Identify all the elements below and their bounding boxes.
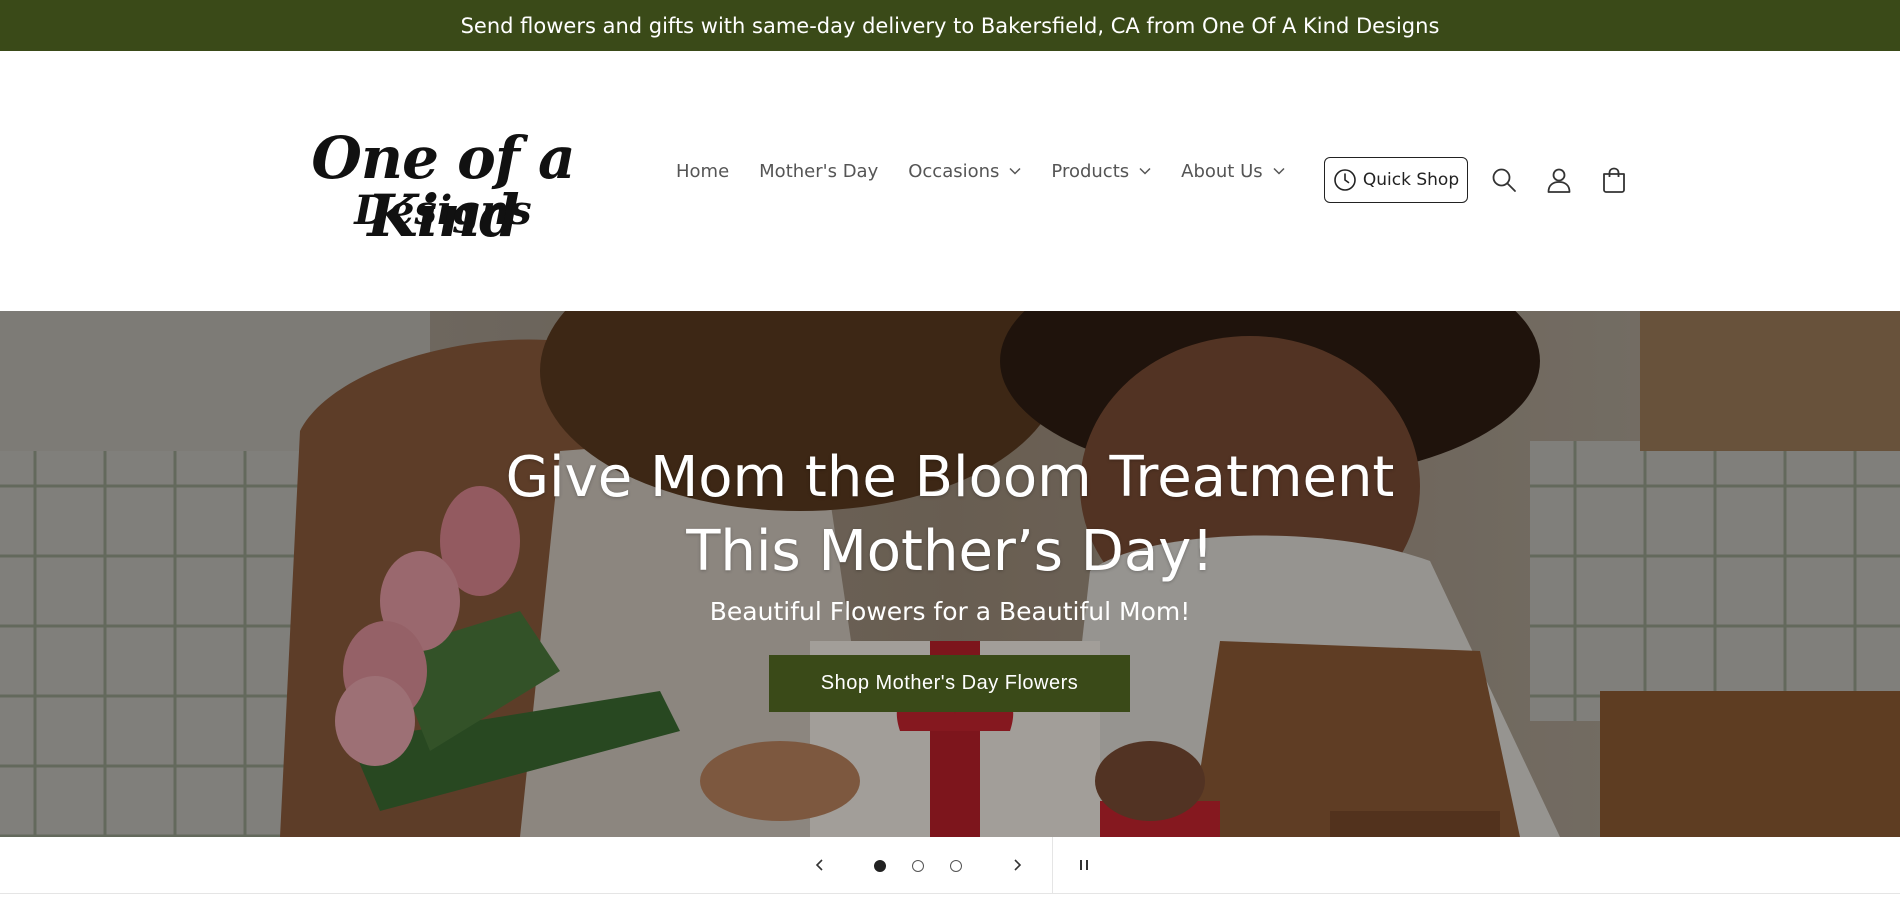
- nav-item-about-us[interactable]: About Us: [1181, 161, 1285, 182]
- cart-icon: [1603, 167, 1625, 193]
- site-header: One of a Kind Designs Home Mother's Day …: [0, 51, 1900, 311]
- next-slide-button[interactable]: [1003, 851, 1031, 879]
- hero-title-line-1: Give Mom the Bloom Treatment: [505, 445, 1395, 510]
- main-nav: Home Mother's Day Occasions Products Abo…: [676, 156, 1315, 186]
- slide-dot-indicator: [950, 860, 962, 872]
- slide-dot-1[interactable]: [871, 857, 889, 875]
- chevron-down-icon: [1009, 167, 1021, 175]
- slider-controls: [0, 837, 1900, 894]
- nav-item-label: Products: [1051, 160, 1130, 182]
- previous-slide-button[interactable]: [806, 851, 834, 879]
- announcement-bar: Send flowers and gifts with same-day del…: [0, 0, 1900, 51]
- slide-dot-indicator: [912, 860, 924, 872]
- nav-item-label: About Us: [1181, 160, 1263, 182]
- slide-dot-2[interactable]: [909, 857, 927, 875]
- hero-subtitle: Beautiful Flowers for a Beautiful Mom!: [709, 597, 1191, 626]
- quick-shop-label: Quick Shop: [1362, 170, 1460, 190]
- account-icon: [1547, 168, 1571, 193]
- slide-dot-indicator: [874, 860, 886, 872]
- nav-item-products[interactable]: Products: [1051, 161, 1151, 182]
- nav-item-label: Mother's Day: [759, 160, 879, 182]
- nav-item-label: Occasions: [908, 160, 1000, 182]
- nav-item-occasions[interactable]: Occasions: [908, 161, 1021, 182]
- shop-mothers-day-button[interactable]: Shop Mother's Day Flowers: [769, 655, 1130, 712]
- account-button[interactable]: [1542, 163, 1576, 197]
- quick-shop-button[interactable]: Quick Shop: [1324, 157, 1468, 203]
- chevron-right-icon: [1014, 859, 1022, 871]
- chevron-down-icon: [1139, 167, 1151, 175]
- search-icon: [1492, 168, 1516, 192]
- chevron-left-icon: [815, 859, 823, 871]
- hero-banner: Give Mom the Bloom Treatment This Mother…: [0, 311, 1900, 837]
- clock-icon: [1334, 169, 1356, 191]
- logo[interactable]: One of a Kind Designs: [258, 129, 628, 249]
- nav-item-home[interactable]: Home: [676, 161, 729, 182]
- hero-title-line-2: This Mother’s Day!: [686, 519, 1214, 584]
- logo-line-2: Designs: [354, 187, 532, 234]
- pause-icon: [1080, 860, 1088, 870]
- cart-button[interactable]: [1597, 163, 1631, 197]
- search-button[interactable]: [1487, 163, 1521, 197]
- announcement-text: Send flowers and gifts with same-day del…: [460, 13, 1440, 38]
- pause-slideshow-button[interactable]: [1070, 851, 1098, 879]
- nav-item-mothers-day[interactable]: Mother's Day: [759, 161, 878, 182]
- chevron-down-icon: [1273, 167, 1285, 175]
- hero-title: Give Mom the Bloom Treatment This Mother…: [350, 441, 1550, 589]
- slide-dot-3[interactable]: [947, 857, 965, 875]
- nav-item-label: Home: [676, 160, 730, 182]
- slider-divider: [1052, 837, 1053, 894]
